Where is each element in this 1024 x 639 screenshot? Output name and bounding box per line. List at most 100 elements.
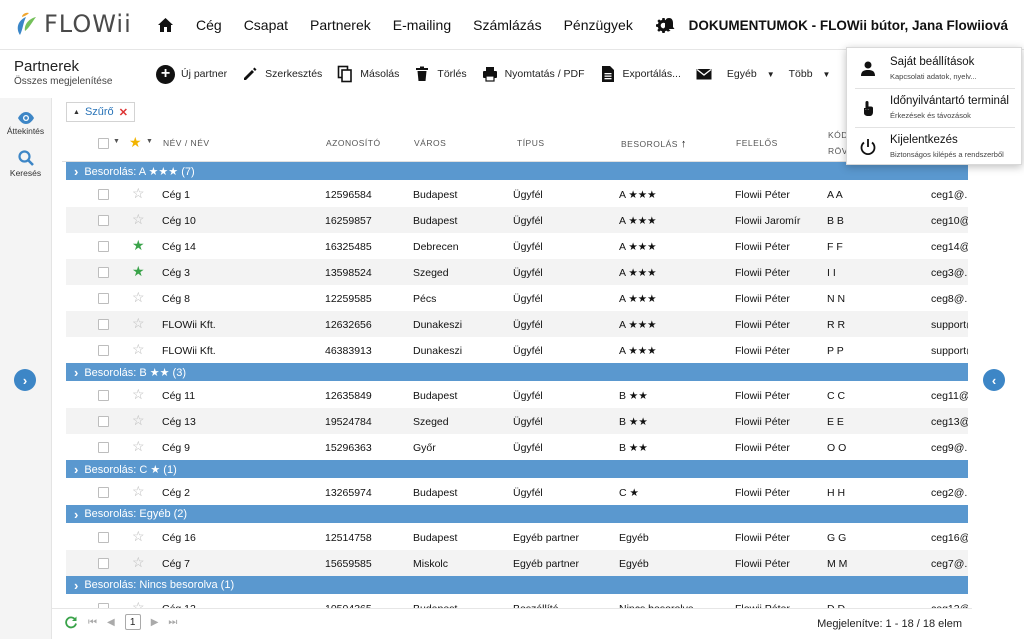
star-header-icon[interactable]: ★ (129, 134, 142, 151)
row-checkbox[interactable] (98, 532, 109, 543)
bell-icon[interactable] (661, 17, 677, 33)
caret-down-icon[interactable]: ▼ (146, 138, 153, 145)
row-checkbox[interactable] (98, 241, 109, 252)
table-row[interactable]: ☆ Cég 16 12514758 Budapest Egyéb partner Egyé… (66, 524, 968, 550)
menu-item-logout[interactable]: Kijelentkezés Biztonságos kilépés a rend… (847, 128, 1023, 166)
table-row[interactable]: ★ Cég 3 13598524 Szeged Ügyfél A ★★★ Flowii Pé… (66, 259, 968, 285)
new-partner-button[interactable]: + Új partner (156, 64, 228, 84)
print-button[interactable]: Nyomtatás / PDF (481, 65, 585, 83)
prev-page-icon[interactable]: ◀ (107, 617, 115, 628)
star-outline-icon[interactable]: ☆ (132, 186, 145, 200)
delete-button[interactable]: Törlés (413, 65, 467, 83)
row-checkbox[interactable] (98, 189, 109, 200)
table-row[interactable]: ☆ Cég 9 15296363 Győr Ügyfél B ★★ Flowii Péter… (66, 434, 968, 460)
new-partner-label: Új partner (181, 68, 228, 80)
table-row[interactable]: ☆ Cég 8 12259585 Pécs Ügyfél A ★★★ Flowii Péte… (66, 285, 968, 311)
copy-button[interactable]: Másolás (336, 65, 399, 83)
expand-left-panel-icon[interactable]: › (14, 369, 36, 391)
nav-item-emailing[interactable]: E-mailing (393, 17, 451, 33)
cell-id: 12635849 (325, 390, 372, 402)
cell-code: P P (827, 345, 844, 357)
table-row[interactable]: ☆ Cég 2 13265974 Budapest Ügyfél C ★ Flowii Pé… (66, 479, 968, 505)
group-header-row[interactable]: › Besorolás: B ★★ (3) (66, 363, 968, 381)
other-dropdown[interactable]: Egyéb ▼ (727, 68, 775, 80)
group-header-row[interactable]: › Besorolás: C ★ (1) (66, 460, 968, 478)
table-row[interactable]: ☆ FLOWii Kft. 12632656 Dunakeszi Ügyfél A ★★★… (66, 311, 968, 337)
group-header-row[interactable]: › Besorolás: Nincs besorolva (1) (66, 576, 968, 594)
edit-button[interactable]: Szerkesztés (241, 65, 322, 83)
table-row[interactable]: ☆ Cég 13 19524784 Szeged Ügyfél B ★★ Flowii Pé… (66, 408, 968, 434)
row-checkbox[interactable] (98, 293, 109, 304)
more-dropdown[interactable]: Több ▼ (789, 68, 831, 80)
cell-code: R R (827, 319, 846, 331)
star-outline-icon[interactable]: ☆ (132, 316, 145, 330)
star-outline-icon[interactable]: ☆ (132, 529, 145, 543)
group-header-row[interactable]: › Besorolás: Egyéb (2) (66, 505, 968, 523)
current-page[interactable]: 1 (124, 614, 141, 630)
col-city[interactable]: VÁROS (414, 138, 446, 148)
select-all-checkbox[interactable] (98, 138, 109, 149)
menu-item-time-terminal[interactable]: Időnyilvántartó terminál Érkezések és tá… (847, 89, 1023, 127)
first-page-icon[interactable]: ⏮ (88, 617, 97, 628)
nav-item-szamlazas[interactable]: Számlázás (473, 17, 541, 33)
rail-search[interactable]: Keresés (0, 150, 51, 178)
table-row[interactable]: ☆ Cég 1 12596584 Budapest Ügyfél A ★★★ Flowii … (66, 181, 968, 207)
star-outline-icon[interactable]: ☆ (132, 413, 145, 427)
star-outline-icon[interactable]: ☆ (132, 555, 145, 569)
row-checkbox[interactable] (98, 319, 109, 330)
star-outline-icon[interactable]: ☆ (132, 290, 145, 304)
col-name[interactable]: NÉV / NÉV (163, 138, 210, 148)
last-page-icon[interactable]: ⏭ (168, 617, 177, 628)
nav-item-penzugyek[interactable]: Pénzügyek (564, 17, 633, 33)
rail-overview[interactable]: Áttekintés (0, 112, 51, 136)
table-footer: ⏮ ◀ 1 ▶ ⏭ Megjelenítve: 1 - 18 / 18 elem (52, 608, 972, 639)
email-button[interactable] (695, 65, 713, 83)
nav-item-ceg[interactable]: Cég (196, 17, 222, 33)
row-checkbox[interactable] (98, 442, 109, 453)
col-code[interactable]: KÓD (828, 130, 848, 140)
row-checkbox[interactable] (98, 390, 109, 401)
account-title[interactable]: DOKUMENTUMOK - FLOWii bútor, Jana Flowii… (689, 18, 1008, 33)
row-checkbox[interactable] (98, 267, 109, 278)
page-subtitle[interactable]: Összes megjelenítése (14, 76, 112, 87)
table-row[interactable]: ☆ Cég 11 12635849 Budapest Ügyfél B ★★ Flowii … (66, 382, 968, 408)
filter-chip[interactable]: ▲ Szűrő ✕ (66, 102, 135, 122)
table-row[interactable]: ☆Cég 1210504365BudapestBeszállítóNincs b… (66, 595, 968, 608)
row-checkbox[interactable] (98, 416, 109, 427)
col-owner[interactable]: FELELŐS (736, 138, 778, 148)
col-id[interactable]: AZONOSÍTÓ (326, 138, 381, 148)
row-checkbox[interactable] (98, 487, 109, 498)
menu-item-settings[interactable]: Saját beállítások Kapcsolati adatok, nye… (847, 50, 1023, 88)
star-outline-icon[interactable]: ☆ (132, 600, 145, 608)
star-outline-icon[interactable]: ☆ (132, 212, 145, 226)
close-icon[interactable]: ✕ (119, 106, 128, 119)
cell-owner: Flowii Péter (735, 345, 790, 357)
row-checkbox[interactable] (98, 345, 109, 356)
star-outline-icon[interactable]: ☆ (132, 484, 145, 498)
table-row[interactable]: ★ Cég 14 16325485 Debrecen Ügyfél A ★★★ Flowii… (66, 233, 968, 259)
col-type[interactable]: TÍPUS (517, 138, 545, 148)
star-outline-icon[interactable]: ☆ (132, 439, 145, 453)
table-row[interactable]: ☆ Cég 10 16259857 Budapest Ügyfél A ★★★ Flowii… (66, 207, 968, 233)
star-filled-icon[interactable]: ★ (132, 238, 145, 252)
collapse-right-panel-icon[interactable]: ‹ (983, 369, 1005, 391)
cell-email: ceg9@.. (931, 442, 968, 454)
nav-item-partnerek[interactable]: Partnerek (310, 17, 371, 33)
star-filled-icon[interactable]: ★ (132, 264, 145, 278)
row-checkbox[interactable] (98, 215, 109, 226)
star-outline-icon[interactable]: ☆ (132, 342, 145, 356)
col-rating[interactable]: BESOROLÁS ↑ (621, 138, 687, 150)
export-button[interactable]: Exportálás... (599, 65, 681, 83)
star-outline-icon[interactable]: ☆ (132, 387, 145, 401)
refresh-icon[interactable] (64, 615, 78, 629)
flowii-logo[interactable]: FLOWii (14, 9, 132, 39)
row-checkbox[interactable] (98, 558, 109, 569)
nav-item-csapat[interactable]: Csapat (244, 17, 288, 33)
table-scrollbar[interactable] (968, 124, 972, 608)
table-row[interactable]: ☆ FLOWii Kft. 46383913 Dunakeszi Ügyfél A ★★★… (66, 337, 968, 363)
home-icon[interactable] (156, 16, 174, 34)
caret-down-icon[interactable]: ▼ (113, 138, 120, 145)
table-row[interactable]: ☆ Cég 7 15659585 Miskolc Egyéb partner Egyéb F… (66, 550, 968, 576)
group-header-row[interactable]: › Besorolás: A ★★★ (7) (66, 162, 968, 180)
next-page-icon[interactable]: ▶ (151, 617, 159, 628)
